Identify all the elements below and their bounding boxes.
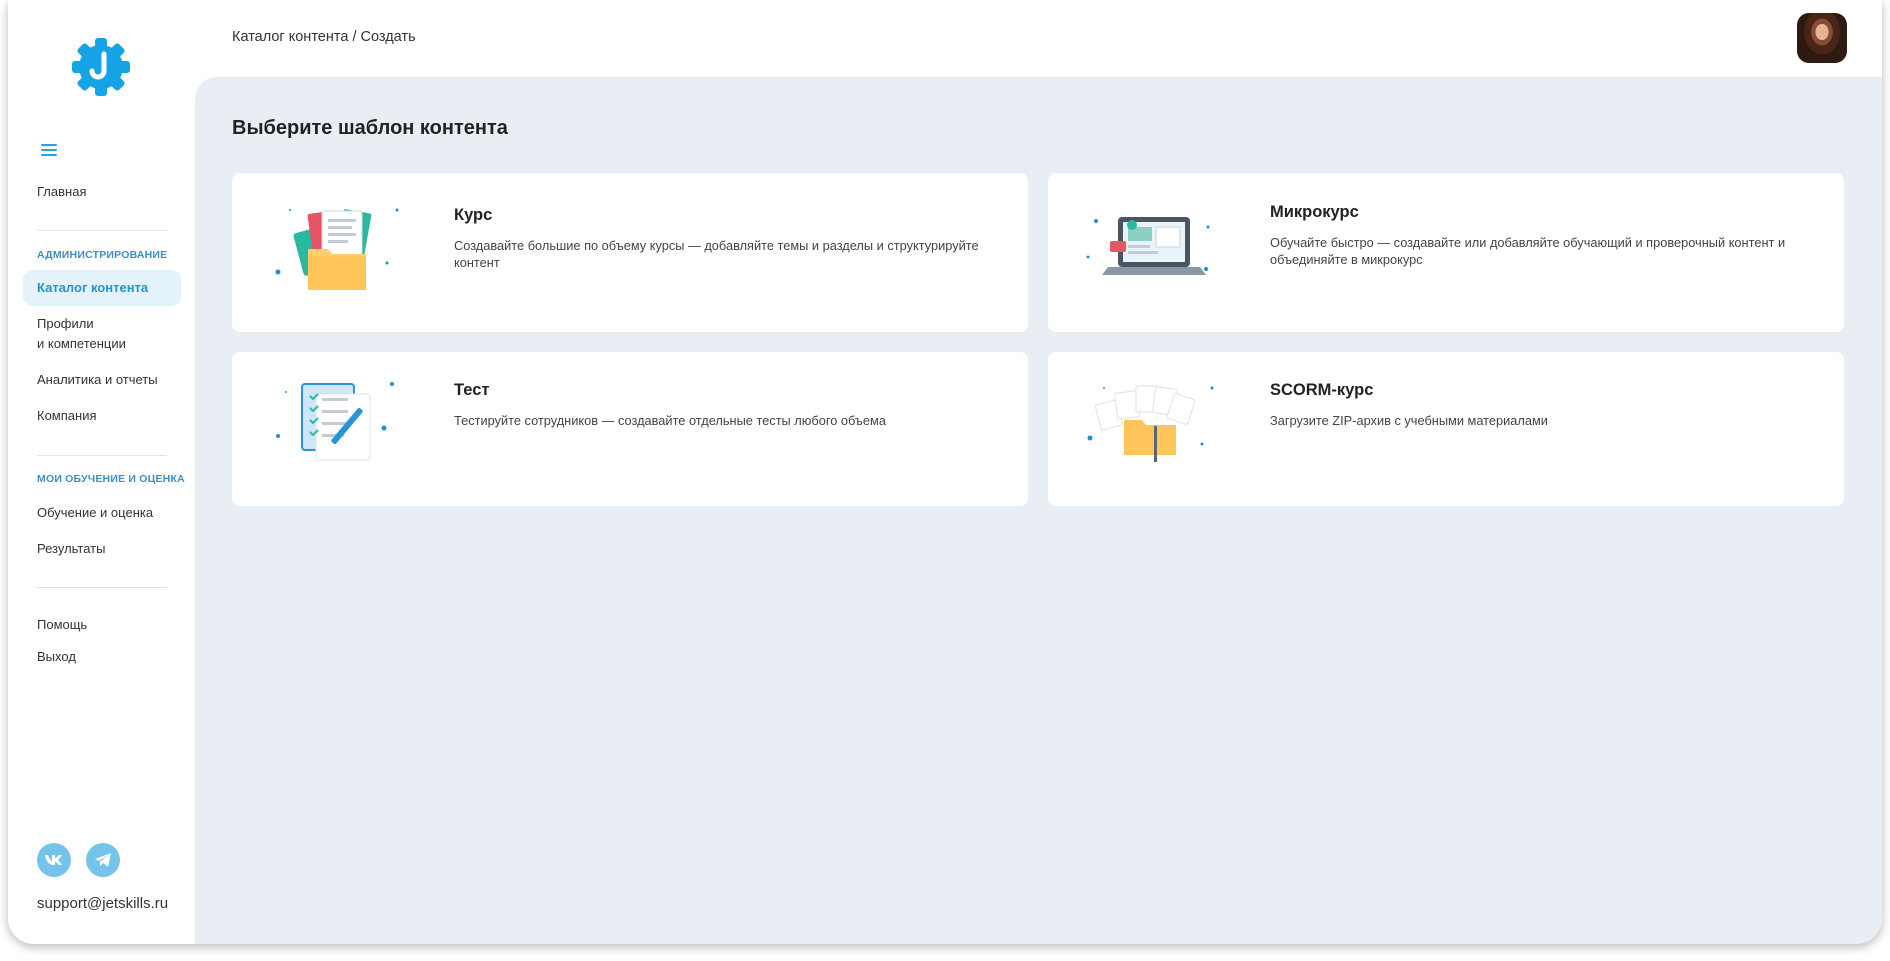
sidebar-section-learning: МОИ ОБУЧЕНИЕ И ОЦЕНКА	[37, 473, 185, 485]
folder-documents-icon	[275, 208, 399, 290]
laptop-icon	[1086, 217, 1210, 275]
zip-folder-icon	[1087, 385, 1214, 462]
card-description: Тестируйте сотрудников — создавайте отде…	[454, 413, 886, 428]
telegram-icon[interactable]	[86, 843, 120, 877]
template-card-test[interactable]: Тест Тестируйте сотрудников — создавайте…	[232, 352, 1028, 506]
sidebar-divider	[37, 455, 167, 456]
sidebar-item-catalog[interactable]: Каталог контента	[23, 270, 181, 306]
sidebar: Главная АДМИНИСТРИРОВАНИЕ Каталог контен…	[8, 0, 195, 944]
telegram-glyph-icon	[95, 853, 111, 867]
card-description: Загрузите ZIP-архив с учебными материала…	[1270, 413, 1548, 428]
page-title: Выберите шаблон контента	[232, 117, 508, 139]
template-card-scorm[interactable]: SCORM-курс Загрузите ZIP-архив с учебным…	[1048, 352, 1844, 506]
sidebar-item-logout[interactable]: Выход	[37, 647, 76, 667]
sidebar-item-profiles-line2: и компетенции	[37, 336, 126, 351]
sidebar-divider	[37, 587, 167, 588]
card-title: SCORM-курс	[1270, 381, 1374, 399]
card-description: Обучайте быстро — создавайте или добавля…	[1270, 235, 1786, 267]
card-description: Создавайте большие по объему курсы — доб…	[454, 238, 979, 270]
sidebar-item-profiles[interactable]: Профили и компетенции	[37, 314, 126, 354]
support-email-link[interactable]: support@jetskills.ru	[37, 895, 168, 912]
sidebar-divider	[37, 230, 167, 231]
sidebar-item-learning[interactable]: Обучение и оценка	[37, 503, 153, 523]
main-content: Выберите шаблон контента Курс Создавайте…	[195, 77, 1882, 944]
breadcrumb: Каталог контента / Создать	[232, 29, 416, 45]
sidebar-item-results[interactable]: Результаты	[37, 539, 105, 559]
app-window: Главная АДМИНИСТРИРОВАНИЕ Каталог контен…	[8, 0, 1882, 944]
vk-icon[interactable]	[37, 843, 71, 877]
breadcrumb-catalog-link[interactable]: Каталог контента	[232, 29, 348, 45]
template-card-microcourse[interactable]: Микрокурс Обучайте быстро — создавайте и…	[1048, 173, 1844, 332]
template-card-course[interactable]: Курс Создавайте большие по объему курсы …	[232, 173, 1028, 332]
sidebar-item-profiles-line1: Профили	[37, 316, 94, 331]
vk-glyph-icon	[45, 855, 62, 865]
hamburger-menu-icon[interactable]	[41, 144, 57, 158]
sidebar-item-help[interactable]: Помощь	[37, 615, 87, 635]
card-title: Микрокурс	[1270, 203, 1359, 221]
logo-gear-icon[interactable]	[70, 36, 132, 98]
checklist-icon	[276, 382, 394, 461]
sidebar-item-analytics[interactable]: Аналитика и отчеты	[37, 370, 158, 390]
sidebar-section-admin: АДМИНИСТРИРОВАНИЕ	[37, 249, 168, 261]
sidebar-item-company[interactable]: Компания	[37, 406, 97, 426]
breadcrumb-separator: /	[348, 29, 361, 45]
sidebar-item-home[interactable]: Главная	[37, 182, 86, 202]
user-avatar[interactable]	[1797, 13, 1847, 63]
breadcrumb-current: Создать	[360, 29, 416, 45]
card-title: Курс	[454, 206, 493, 224]
card-title: Тест	[454, 381, 490, 399]
